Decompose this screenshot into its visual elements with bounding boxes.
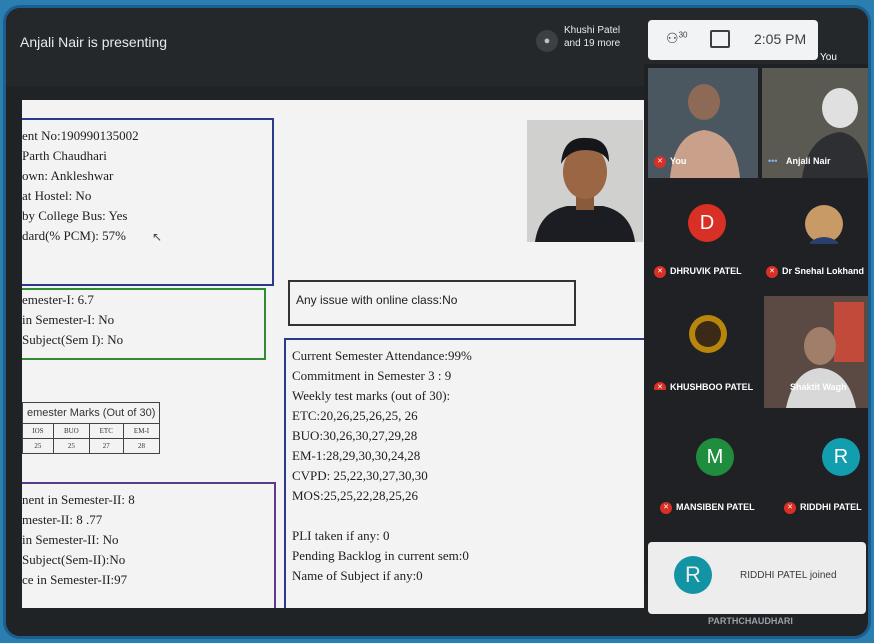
semester-2-box: nent in Semester-II: 8 mester-II: 8 .77 … bbox=[22, 482, 276, 608]
marks-cell: 28 bbox=[122, 438, 161, 454]
you-top-label: You bbox=[820, 52, 837, 63]
current-line: CVPD: 25,22,30,27,30,30 bbox=[292, 468, 428, 483]
marks-col: ETC bbox=[88, 423, 124, 439]
student-line: own: Ankleshwar bbox=[22, 168, 114, 183]
student-line: ent No:190990135002 bbox=[22, 128, 139, 143]
marks-col: IOS bbox=[22, 423, 54, 439]
semester-1-box: emester-I: 6.7 in Semester-I: No Subject… bbox=[22, 288, 266, 360]
student-line: Parth Chaudhari bbox=[22, 148, 107, 163]
marks-col: EM-I bbox=[122, 423, 161, 439]
current-semester-box: Current Semester Attendance:99% Commitme… bbox=[284, 338, 644, 608]
current-line: BUO:30,26,30,27,29,28 bbox=[292, 428, 418, 443]
self-name-label: PARTHCHAUDHARI bbox=[708, 616, 793, 626]
marks-cell: 27 bbox=[88, 438, 124, 454]
tile-name: MANSIBEN PATEL bbox=[676, 502, 755, 512]
online-issue-box: Any issue with online class:No bbox=[288, 280, 576, 326]
roster-more: and 19 more bbox=[564, 38, 621, 49]
meeting-controls: ⚇30 2:05 PM bbox=[648, 20, 818, 60]
current-line: MOS:25,25,22,28,25,26 bbox=[292, 488, 419, 503]
student-photo bbox=[527, 120, 643, 242]
chat-icon[interactable] bbox=[710, 30, 730, 48]
muted-mic-icon: ✕ bbox=[654, 382, 666, 390]
tile-name: You bbox=[670, 156, 687, 166]
avatar: M bbox=[696, 438, 734, 476]
people-icon: ⚇ bbox=[666, 30, 679, 46]
participant-roster[interactable]: ● Khushi Patel and 19 more bbox=[536, 24, 636, 64]
muted-mic-icon: ✕ bbox=[660, 502, 672, 514]
current-line: Weekly test marks (out of 30): bbox=[292, 388, 451, 403]
marks-cell: 25 bbox=[22, 438, 54, 454]
tile-riddhi[interactable]: R ✕ RIDDHI PATEL bbox=[762, 422, 868, 522]
people-count: 30 bbox=[678, 30, 688, 40]
participant-grid: ✕ You ••• Anjali Nair D ✕ DHRUVIK PATEL … bbox=[644, 64, 868, 584]
speaking-icon: ••• bbox=[768, 156, 778, 166]
current-line: Current Semester Attendance:99% bbox=[292, 348, 472, 363]
avatar: D bbox=[688, 204, 726, 242]
profile-photo-icon bbox=[689, 315, 727, 353]
sem1-line: emester-I: 6.7 bbox=[22, 292, 94, 307]
online-issue-text: Any issue with online class:No bbox=[296, 293, 458, 307]
mouse-cursor-icon: ↖ bbox=[152, 230, 163, 244]
muted-mic-icon: ✕ bbox=[784, 502, 796, 514]
marks-header: emester Marks (Out of 30) bbox=[22, 402, 161, 424]
sem1-line: Subject(Sem I): No bbox=[22, 332, 124, 347]
sem2-line: nent in Semester-II: 8 bbox=[22, 492, 135, 507]
marks-cell: 25 bbox=[52, 438, 90, 454]
sem2-line: ce in Semester-II:97 bbox=[22, 572, 128, 587]
muted-mic-icon: ✕ bbox=[654, 266, 666, 278]
sem2-line: Subject(Sem-II):No bbox=[22, 552, 126, 567]
semester-marks-table: emester Marks (Out of 30) IOS BUO ETC EM… bbox=[22, 402, 161, 454]
presenting-label: Anjali Nair is presenting bbox=[20, 34, 168, 50]
clock: 2:05 PM bbox=[754, 31, 807, 47]
current-line bbox=[292, 506, 644, 526]
sem2-line: mester-II: 8 .77 bbox=[22, 512, 103, 527]
people-button[interactable]: ⚇30 bbox=[666, 30, 687, 47]
avatar: R bbox=[674, 556, 712, 594]
tile-shaktit[interactable]: Shaktit Wagh bbox=[764, 296, 868, 408]
marks-col: BUO bbox=[52, 423, 90, 439]
tile-name: DHRUVIK PATEL bbox=[670, 266, 742, 276]
sem2-line: in Semester-II: No bbox=[22, 532, 119, 547]
tile-name: Anjali Nair bbox=[786, 156, 831, 166]
tile-name: Shaktit Wagh bbox=[790, 382, 847, 392]
tile-mansiben[interactable]: M ✕ MANSIBEN PATEL bbox=[648, 422, 758, 522]
join-notification: R RIDDHI PATEL joined bbox=[648, 542, 866, 614]
roster-name: Khushi Patel bbox=[564, 25, 621, 36]
student-line: dard(% PCM): 57% bbox=[22, 228, 126, 243]
tile-khushboo[interactable]: ✕ KHUSHBOO PATEL bbox=[648, 290, 758, 390]
current-line: ETC:20,26,25,26,25, 26 bbox=[292, 408, 418, 423]
tile-dhruvik[interactable]: D ✕ DHRUVIK PATEL bbox=[648, 184, 758, 284]
tile-name: Dr Snehal Lokhand bbox=[782, 266, 865, 276]
current-line: Name of Subject if any:0 bbox=[292, 568, 423, 583]
muted-mic-icon: ✕ bbox=[654, 156, 666, 168]
student-line: by College Bus: Yes bbox=[22, 208, 128, 223]
tile-snehal[interactable]: ✕ Dr Snehal Lokhand bbox=[762, 184, 868, 284]
current-line: Pending Backlog in current sem:0 bbox=[292, 548, 469, 563]
tile-name: KHUSHBOO PATEL bbox=[670, 382, 754, 390]
current-line: EM-1:28,29,30,30,24,28 bbox=[292, 448, 421, 463]
shared-screen: ent No:190990135002 Parth Chaudhari own:… bbox=[22, 100, 644, 608]
current-line: PLI taken if any: 0 bbox=[292, 528, 390, 543]
tile-name: RIDDHI PATEL bbox=[800, 502, 862, 512]
student-line: at Hostel: No bbox=[22, 188, 92, 203]
student-info-box: ent No:190990135002 Parth Chaudhari own:… bbox=[22, 118, 274, 286]
join-message: RIDDHI PATEL joined bbox=[740, 570, 837, 581]
current-line: Commitment in Semester 3 : 9 bbox=[292, 368, 452, 383]
sem1-line: in Semester-I: No bbox=[22, 312, 115, 327]
tile-you[interactable]: ✕ You bbox=[648, 68, 758, 178]
tile-anjali[interactable]: ••• Anjali Nair bbox=[762, 68, 868, 178]
avatar: R bbox=[822, 438, 860, 476]
muted-mic-icon: ✕ bbox=[766, 266, 778, 278]
student-photo-icon bbox=[527, 120, 643, 242]
roster-avatar-icon: ● bbox=[536, 30, 558, 52]
